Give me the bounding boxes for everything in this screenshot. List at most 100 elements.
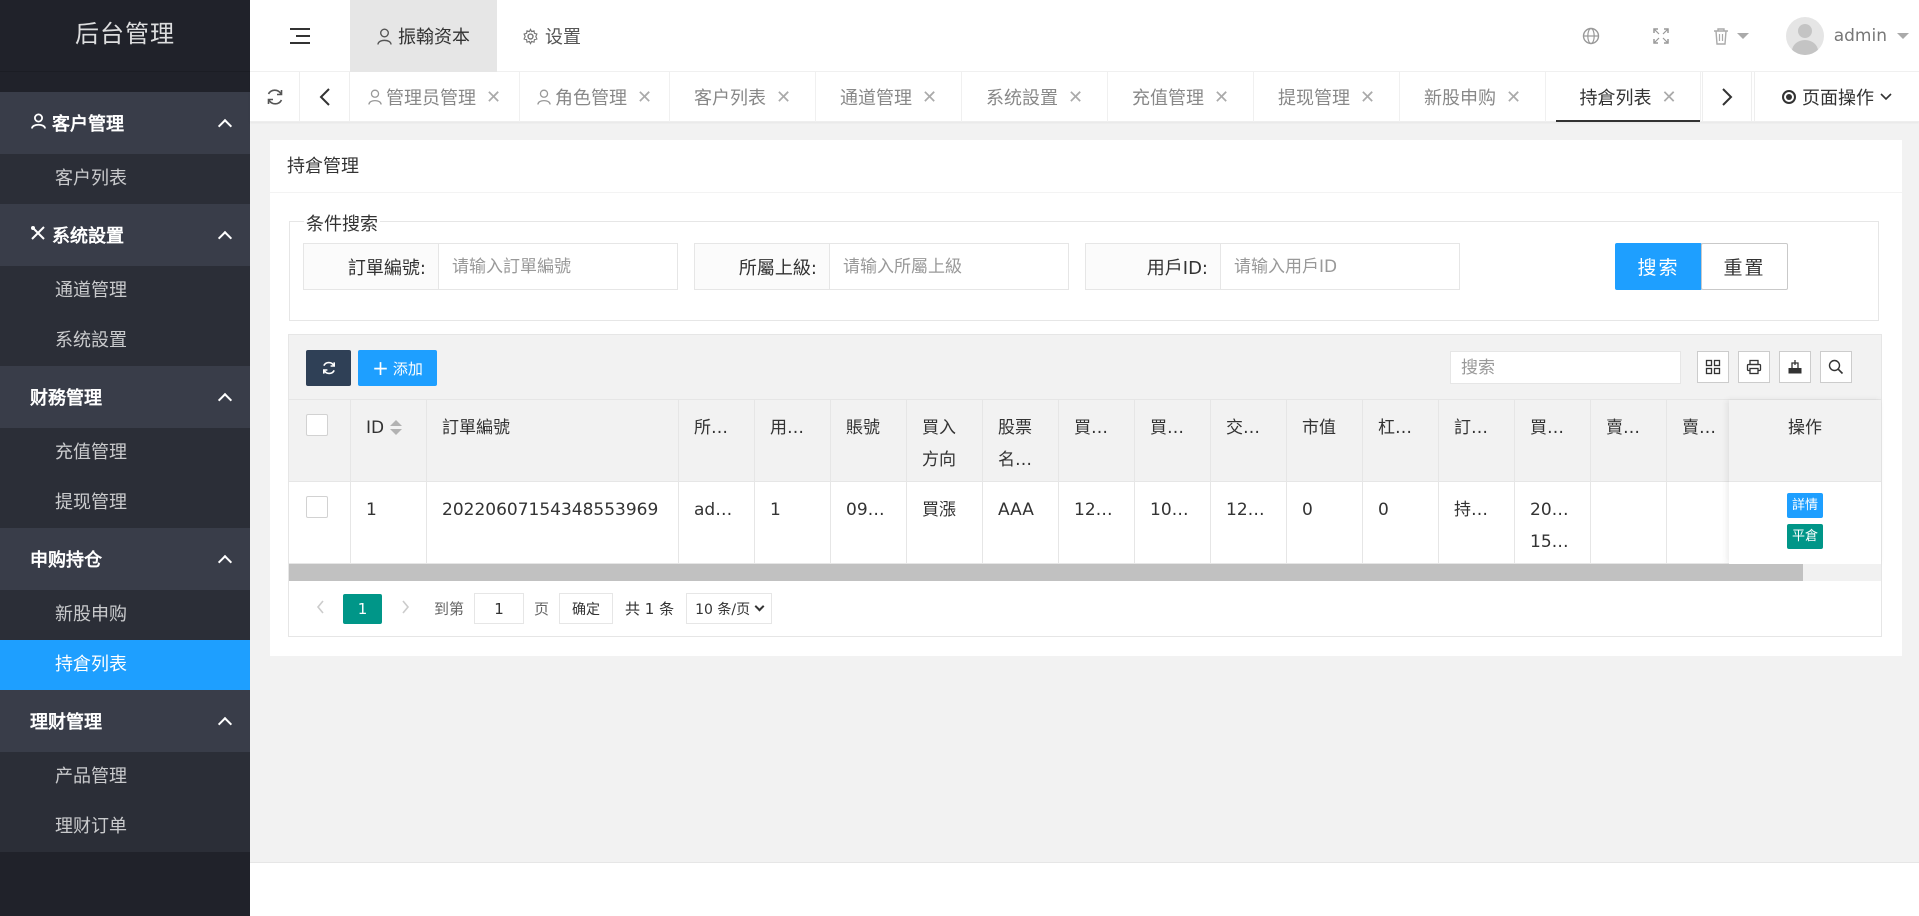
sidebar-group-positions[interactable]: 申购持仓	[0, 528, 250, 590]
page-tab-roles[interactable]: 角色管理 ✕	[520, 72, 670, 122]
print-button[interactable]	[1738, 351, 1770, 383]
page-tab-recharge[interactable]: 充值管理 ✕	[1108, 72, 1254, 122]
sidebar-item-customer-list[interactable]: 客户列表	[0, 154, 250, 204]
page-tab-positions[interactable]: 持倉列表 ✕	[1556, 72, 1701, 122]
fullscreen-icon[interactable]	[1626, 27, 1696, 45]
refresh-tab-button[interactable]	[250, 72, 300, 122]
sidebar-group-system[interactable]: 系统設置	[0, 204, 250, 266]
table-toolbar: + 添加	[289, 335, 1881, 400]
order-no-input[interactable]	[439, 244, 677, 289]
sidebar-item-recharge[interactable]: 充值管理	[0, 428, 250, 478]
close-icon[interactable]: ✕	[1360, 87, 1375, 108]
user-id-input[interactable]	[1221, 244, 1459, 289]
table-cell: 10…	[1135, 482, 1211, 564]
clear-cache-button[interactable]	[1696, 27, 1766, 45]
close-position-button[interactable]: 平倉	[1786, 524, 1823, 549]
plus-icon: +	[372, 356, 389, 380]
sidebar-item-products[interactable]: 产品管理	[0, 752, 250, 802]
positions-table: + 添加 搜索 ID 訂單編號 所… 用… 賬號 買入 方向 股票 名… 買… …	[288, 334, 1882, 637]
advanced-search-button[interactable]	[1820, 351, 1852, 383]
table-header-row: ID 訂單編號 所… 用… 賬號 買入 方向 股票 名… 買… 買… 交… 市值 杠…	[289, 400, 1881, 482]
sidebar-item-withdraw[interactable]: 提现管理	[0, 478, 250, 528]
goto-confirm-button[interactable]: 确定	[559, 593, 614, 624]
export-button[interactable]	[1779, 351, 1811, 383]
row-checkbox[interactable]	[306, 496, 328, 518]
close-icon[interactable]: ✕	[776, 87, 791, 108]
close-icon[interactable]: ✕	[1068, 87, 1083, 108]
sort-icon[interactable]	[390, 420, 403, 436]
table-refresh-button[interactable]	[306, 350, 351, 386]
data-grid: ID 訂單編號 所… 用… 賬號 買入 方向 股票 名… 買… 買… 交… 市值 杠…	[289, 400, 1881, 564]
tabs-scroll-right-button[interactable]	[1702, 72, 1752, 122]
table-header-cell[interactable]: ID	[351, 400, 427, 482]
table-row[interactable]: 1 20220607154348553969 ad… 1 09… 買漲 AAA …	[289, 482, 1881, 564]
sidebar-item-channel[interactable]: 通道管理	[0, 266, 250, 316]
sidebar: 后台管理 客户管理 客户列表 系统設置 通道管理 系统設置 财務管理 充值管理 …	[0, 0, 250, 916]
sidebar-item-system-settings[interactable]: 系统設置	[0, 316, 250, 366]
table-cell: 買漲	[907, 482, 983, 564]
caret-down-icon	[1897, 33, 1909, 39]
sidebar-group-wealth[interactable]: 理财管理	[0, 690, 250, 752]
select-all-checkbox[interactable]	[306, 414, 328, 436]
superior-input[interactable]	[830, 244, 1068, 289]
sidebar-item-ipo[interactable]: 新股申购	[0, 590, 250, 640]
table-cell: 20220607154348553969	[427, 482, 679, 564]
close-icon[interactable]: ✕	[1214, 87, 1229, 108]
reset-button[interactable]: 重置	[1701, 243, 1788, 290]
sidebar-group-label: 系统設置	[52, 226, 124, 247]
page-size-select[interactable]: 10 条/页	[686, 593, 773, 624]
page-tab-system[interactable]: 系统設置 ✕	[962, 72, 1108, 122]
sidebar-group-label: 申购持仓	[30, 550, 102, 571]
page-tab-ipo[interactable]: 新股申购 ✕	[1400, 72, 1546, 122]
horizontal-scrollbar[interactable]	[289, 564, 1881, 581]
sidebar-nav[interactable]: 客户管理 客户列表 系统設置 通道管理 系统設置 财務管理 充值管理 提现管理 …	[0, 72, 250, 916]
sidebar-item-wealth-orders[interactable]: 理财订单	[0, 802, 250, 852]
prev-page-button[interactable]	[305, 598, 335, 619]
gear-icon	[523, 27, 538, 45]
search-fieldset: 条件搜索 訂單編號: 所屬上級: 用戶ID: 搜索 重置	[289, 210, 1879, 321]
menu-toggle-button[interactable]	[250, 0, 350, 72]
page-tab-admins[interactable]: 管理员管理 ✕	[350, 72, 520, 122]
sidebar-group-finance[interactable]: 财務管理	[0, 366, 250, 428]
page-tab-withdraw[interactable]: 提现管理 ✕	[1254, 72, 1400, 122]
username: admin	[1833, 26, 1887, 46]
tabs-scroll-left-button[interactable]	[300, 72, 350, 122]
user-id-search: 用戶ID:	[1085, 243, 1460, 290]
caret-down-icon	[1736, 33, 1749, 39]
next-page-button[interactable]	[390, 598, 420, 619]
add-button[interactable]: + 添加	[358, 350, 437, 386]
page-1-button[interactable]: 1	[343, 593, 382, 624]
user-menu[interactable]: admin	[1766, 17, 1919, 55]
columns-filter-button[interactable]	[1697, 351, 1729, 383]
close-icon[interactable]: ✕	[486, 87, 501, 108]
sidebar-item-position-list[interactable]: 持倉列表	[0, 640, 250, 690]
top-tab-settings[interactable]: 设置	[495, 0, 608, 72]
scrollbar-thumb[interactable]	[289, 564, 1803, 581]
chevron-right-icon	[401, 600, 409, 614]
table-cell: 0	[1287, 482, 1363, 564]
globe-icon[interactable]	[1556, 27, 1626, 45]
avatar	[1785, 17, 1824, 55]
search-legend: 条件搜索	[304, 210, 380, 236]
top-tab-home[interactable]: 振翰资本	[350, 0, 497, 72]
close-icon[interactable]: ✕	[1661, 87, 1676, 108]
page-tab-channels[interactable]: 通道管理 ✕	[816, 72, 962, 122]
close-icon[interactable]: ✕	[637, 87, 652, 108]
page-tab-customers[interactable]: 客户列表 ✕	[670, 72, 816, 122]
close-icon[interactable]: ✕	[922, 87, 937, 108]
sidebar-group-customers[interactable]: 客户管理	[0, 92, 250, 154]
search-button[interactable]: 搜索	[1615, 243, 1702, 290]
user-icon	[377, 28, 392, 45]
table-cell: 0	[1363, 482, 1439, 564]
columns-icon	[1705, 359, 1721, 375]
page-operations-menu[interactable]: 页面操作	[1754, 72, 1919, 122]
sidebar-group-label: 理财管理	[30, 712, 102, 733]
print-icon	[1746, 359, 1762, 375]
table-header-cell: 賬號	[831, 400, 907, 482]
goto-page-input[interactable]	[474, 593, 525, 624]
goto-label: 到第	[434, 600, 465, 618]
close-icon[interactable]: ✕	[1506, 87, 1521, 108]
table-search-input[interactable]	[1450, 351, 1681, 384]
detail-button[interactable]: 詳情	[1786, 493, 1823, 518]
table-cell: 持…	[1439, 482, 1515, 564]
